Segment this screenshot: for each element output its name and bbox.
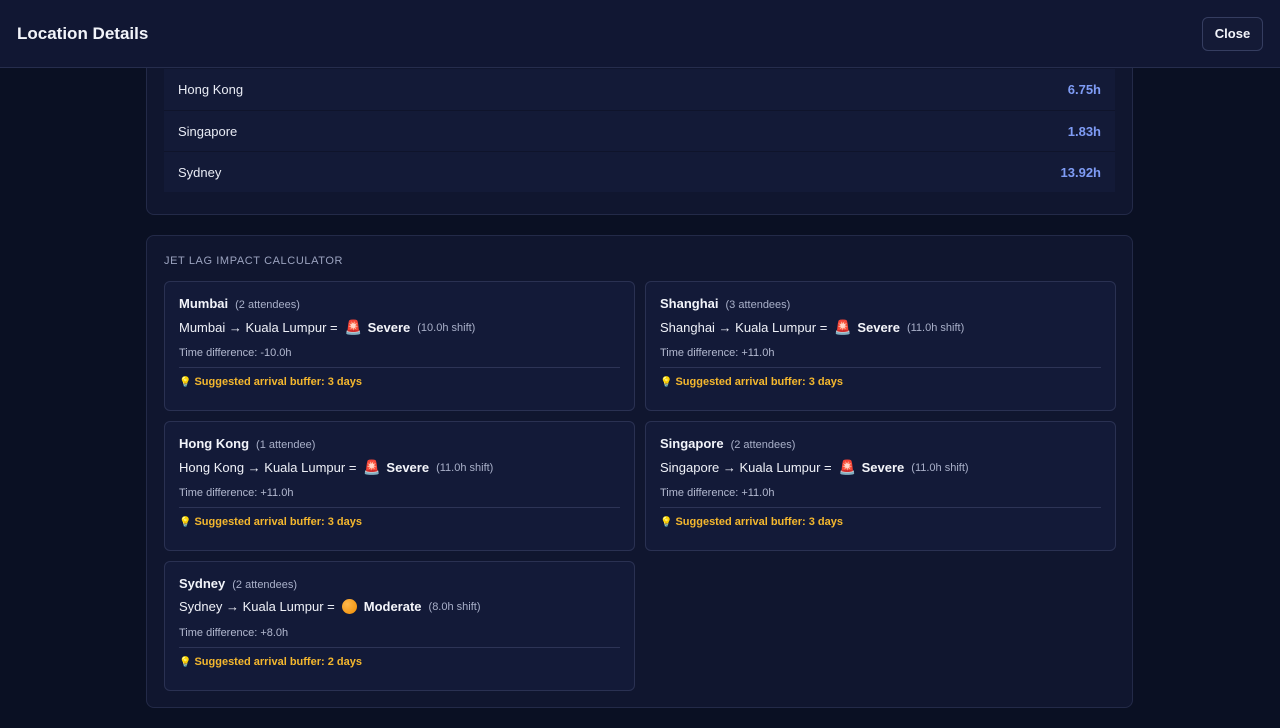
card-route: Sydney → Kuala Lumpur = [179, 599, 335, 614]
modal-title: Location Details [17, 23, 149, 43]
jet-lag-card-sydney: Sydney (2 attendees) Sydney → Kuala Lump… [164, 561, 635, 691]
arrival-buffer-text: Suggested arrival buffer: 3 days [194, 376, 362, 388]
time-difference: Time difference: +11.0h [660, 487, 775, 499]
card-attendees: (2 attendees) [232, 579, 298, 591]
lightbulb-icon: 💡 [660, 376, 673, 388]
shift-hours: (11.0h shift) [906, 321, 965, 334]
card-route: Hong Kong → Kuala Lumpur = [179, 460, 357, 475]
lightbulb-icon: 💡 [179, 516, 192, 528]
card-city: Singapore [660, 436, 724, 451]
arrival-buffer: 💡 Suggested arrival buffer: 3 days [660, 376, 843, 388]
severity-label: Severe [857, 320, 900, 335]
card-attendees: (3 attendees) [725, 299, 791, 311]
lightbulb-icon: 💡 [179, 656, 192, 668]
jet-lag-panel: JET LAG IMPACT CALCULATOR Mumbai (2 atte… [146, 235, 1133, 708]
timezone-value: 13.92h [1060, 164, 1101, 180]
orange-circle-icon [341, 599, 357, 614]
shift-hours: (11.0h shift) [436, 461, 494, 474]
siren-icon: 🚨 [344, 319, 363, 335]
severity-label: Severe [367, 320, 411, 335]
arrival-buffer: 💡 Suggested arrival buffer: 3 days [179, 516, 362, 528]
card-city: Shanghai [660, 296, 719, 311]
close-button[interactable]: Close [1202, 16, 1263, 51]
lightbulb-icon: 💡 [660, 516, 673, 528]
section-title: JET LAG IMPACT CALCULATOR [164, 255, 344, 267]
arrival-buffer: 💡 Suggested arrival buffer: 3 days [179, 376, 362, 388]
time-difference: Time difference: -10.0h [179, 347, 292, 359]
card-city: Hong Kong [179, 436, 250, 451]
divider [179, 647, 620, 648]
timezone-city: Sydney [178, 164, 222, 180]
jet-lag-card-singapore: Singapore (2 attendees) Singapore → Kual… [645, 421, 1116, 551]
siren-icon: 🚨 [363, 459, 381, 475]
time-difference: Time difference: +11.0h [660, 347, 775, 359]
card-route: Mumbai → Kuala Lumpur = [179, 320, 338, 335]
shift-hours: (8.0h shift) [428, 600, 481, 613]
siren-icon: 🚨 [834, 319, 852, 335]
severity-label: Moderate [363, 599, 422, 614]
jet-lag-card-shanghai: Shanghai (3 attendees) Shanghai → Kuala … [645, 281, 1116, 411]
lightbulb-icon: 💡 [179, 376, 192, 388]
time-difference: Time difference: +11.0h [179, 487, 294, 499]
card-route: Singapore → Kuala Lumpur = [660, 460, 832, 475]
card-city: Mumbai [179, 296, 229, 311]
shift-hours: (11.0h shift) [911, 461, 969, 474]
timezone-city: Singapore [178, 123, 238, 139]
divider [660, 507, 1101, 508]
arrival-buffer-text: Suggested arrival buffer: 3 days [675, 516, 843, 528]
card-route: Shanghai → Kuala Lumpur = [660, 320, 828, 335]
timezone-city: Hong Kong [178, 82, 244, 97]
timezone-panel: Hong Kong 6.75h Singapore 1.83h Sydney 1… [146, 68, 1133, 215]
jet-lag-card-mumbai: Mumbai (2 attendees) Mumbai → Kuala Lump… [164, 281, 635, 411]
timezone-row: Sydney 13.92h [164, 151, 1115, 192]
modal-header: Location Details Close [0, 0, 1280, 68]
divider [179, 507, 620, 508]
timezone-value: 6.75h [1067, 82, 1101, 97]
timezone-row: Hong Kong 6.75h [164, 69, 1115, 110]
arrival-buffer-text: Suggested arrival buffer: 2 days [194, 656, 362, 668]
jet-lag-card-hong-kong: Hong Kong (1 attendee) Hong Kong → Kuala… [164, 421, 635, 551]
card-attendees: (1 attendee) [256, 439, 316, 451]
arrival-buffer-text: Suggested arrival buffer: 3 days [675, 376, 843, 388]
shift-hours: (10.0h shift) [417, 321, 476, 334]
severity-label: Severe [861, 460, 905, 475]
arrival-buffer-text: Suggested arrival buffer: 3 days [194, 516, 362, 528]
divider [660, 367, 1101, 368]
card-attendees: (2 attendees) [730, 439, 796, 451]
timezone-row: Singapore 1.83h [164, 110, 1115, 151]
timezone-value: 1.83h [1067, 123, 1101, 139]
card-attendees: (2 attendees) [235, 299, 300, 311]
siren-icon: 🚨 [838, 459, 857, 475]
card-city: Sydney [179, 576, 226, 591]
divider [179, 367, 620, 368]
time-difference: Time difference: +8.0h [179, 627, 289, 639]
severity-label: Severe [386, 460, 430, 475]
arrival-buffer: 💡 Suggested arrival buffer: 3 days [660, 516, 843, 528]
modal-content[interactable]: Hong Kong 6.75h Singapore 1.83h Sydney 1… [0, 68, 1280, 728]
arrival-buffer: 💡 Suggested arrival buffer: 2 days [179, 656, 362, 668]
